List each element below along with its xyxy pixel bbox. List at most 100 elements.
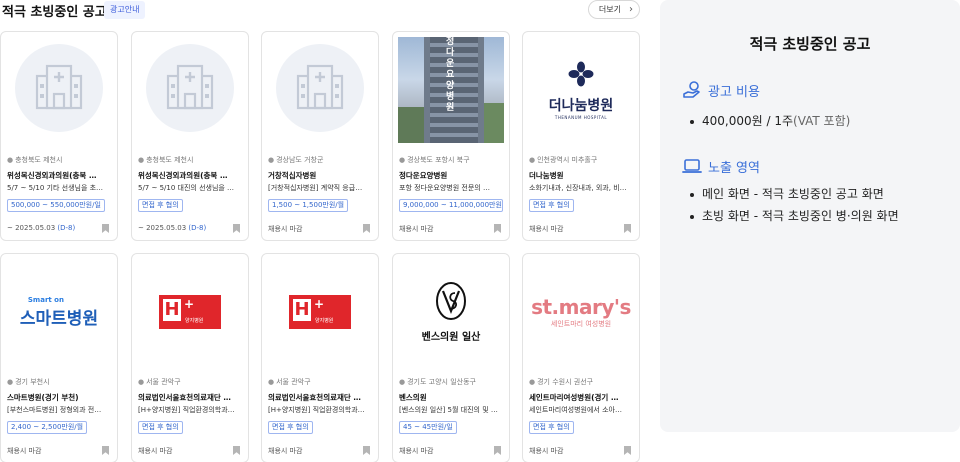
- card-deadline: 채용시 마감: [529, 224, 563, 234]
- location-pin-icon: ●: [268, 378, 275, 386]
- location-pin-icon: ●: [7, 156, 14, 164]
- h-plus-logo: H + 양지병원: [159, 295, 221, 329]
- bookmark-icon[interactable]: [363, 446, 370, 455]
- card-location-text: 경기도 고양시 일산동구: [407, 378, 476, 386]
- ad-info-panel: 적극 초빙중인 공고 광고 비용 400,000원 / 1주(VAT 포함) 노…: [660, 0, 960, 432]
- h-plus-logo-sub: 양지병원: [315, 318, 334, 324]
- vs-monogram-icon: [434, 282, 468, 325]
- cost-item: 400,000원 / 1주(VAT 포함): [690, 111, 850, 133]
- card-deadline: 채용시 마감: [268, 224, 302, 234]
- card-deadline: 채용시 마감: [138, 446, 172, 456]
- smarton-logo: Smart on 스마트병원: [20, 296, 98, 329]
- card-location-text: 경상북도 포항시 북구: [407, 156, 470, 164]
- card-pay-badge: 2,400 ~ 2,500만원/월: [7, 421, 88, 434]
- recruit-card[interactable]: ● 충청북도 제천시 위성목신경외과의원(충북 … 5/7 ~ 5/10 기타 선…: [0, 31, 118, 241]
- card-location: ● 경기 수원시 권선구: [529, 377, 635, 387]
- card-location: ● 경기 부천시: [7, 377, 113, 387]
- bookmark-icon[interactable]: [624, 446, 631, 455]
- section-header: 적극 초빙중인 공고 광고안내 더보기 ›: [0, 0, 640, 22]
- card-location: ● 충청북도 제천시: [7, 155, 113, 165]
- card-pay-badge: 면접 후 협의: [529, 421, 574, 434]
- card-pay-badge: 면접 후 협의: [138, 199, 183, 212]
- card-description: 5/7 ~ 5/10 대진의 선생님을 …: [138, 184, 235, 192]
- card-location: ● 경기도 고양시 일산동구: [399, 377, 505, 387]
- card-thumbnail: [267, 37, 373, 143]
- card-location-text: 경기 수원시 권선구: [537, 378, 594, 386]
- building-sign-text: 정다운요양병원: [446, 37, 455, 113]
- hospital-placeholder-icon: [274, 42, 366, 138]
- bookmark-icon[interactable]: [363, 224, 370, 233]
- bookmark-icon[interactable]: [624, 224, 631, 233]
- card-thumbnail: 벤스의원 일산: [398, 259, 504, 365]
- recruit-card[interactable]: ● 경상남도 거창군 거창적십자병원 [거창적십자병원] 계약직 응급… 1,50…: [261, 31, 379, 241]
- recruit-card[interactable]: H + 양지병원 ● 서울 관악구 의료법인서울효천의료재단 … [H+양지병원]…: [261, 253, 379, 462]
- card-deadline-text: 채용시 마감: [268, 447, 303, 455]
- recruit-card[interactable]: 더나눔병원 THENANUM HOSPITAL ● 인천광역시 미추홀구 더나눔병…: [522, 31, 640, 241]
- bookmark-icon[interactable]: [102, 446, 109, 455]
- card-thumbnail: H + 양지병원: [137, 259, 243, 365]
- smarton-logo-text: 스마트병원: [19, 308, 99, 329]
- recruit-card[interactable]: ● 충청북도 제천시 위성목신경외과의원(충북 … 5/7 ~ 5/10 대진의 …: [131, 31, 249, 241]
- h-plus-logo: H + 양지병원: [289, 295, 351, 329]
- recruit-card[interactable]: 정다운요양병원 ● 경상북도 포항시 북구 정다운요양병원 포항 정다운요양병원 …: [392, 31, 510, 241]
- card-pay-badge: 500,000 ~ 550,000만원/일: [7, 199, 105, 212]
- area-item: 메인 화면 - 적극 초빙중인 공고 화면: [690, 184, 899, 206]
- location-pin-icon: ●: [268, 156, 275, 164]
- recruit-card[interactable]: Smart on 스마트병원 ● 경기 부천시 스마트병원(경기 부천) [부천스…: [0, 253, 118, 462]
- recruit-card[interactable]: 벤스의원 일산 ● 경기도 고양시 일산동구 벤스의원 [벤스의원 일산] 5월 …: [392, 253, 510, 462]
- smarton-logo-sub: Smart on: [27, 295, 64, 304]
- location-pin-icon: ●: [529, 378, 536, 386]
- h-plus-logo-mark: H: [164, 299, 180, 320]
- card-location: ● 서울 관악구: [138, 377, 244, 387]
- bookmark-icon[interactable]: [494, 446, 501, 455]
- chevron-right-icon: ›: [629, 4, 633, 15]
- location-pin-icon: ●: [399, 378, 406, 386]
- card-description: 소화기내과, 신장내과, 외과, 비…: [529, 184, 627, 192]
- card-thumbnail: Smart on 스마트병원: [6, 259, 112, 365]
- bookmark-icon[interactable]: [233, 224, 240, 233]
- card-thumbnail: st.mary's 세인트마리 여성병원: [528, 259, 634, 365]
- location-pin-icon: ●: [399, 156, 406, 164]
- bookmark-icon[interactable]: [102, 224, 109, 233]
- card-description: [H+양지병원] 직업환경의학과…: [138, 406, 235, 414]
- card-dday: (D-8): [57, 224, 76, 232]
- card-deadline: ~ 2025.05.03 (D-8): [7, 224, 75, 232]
- area-heading-label: 노출 영역: [708, 160, 760, 176]
- area-item: 초빙 화면 - 적극 초빙중인 병·의원 화면: [690, 206, 899, 228]
- stmarys-logo-text: st.mary's: [531, 295, 631, 319]
- card-deadline: 채용시 마감: [268, 446, 302, 456]
- cost-item-note: (VAT 포함): [793, 114, 851, 128]
- card-location: ● 경상남도 거창군: [268, 155, 374, 165]
- card-deadline-text: 채용시 마감: [138, 447, 173, 455]
- vence-logo-text: 벤스의원 일산: [421, 332, 481, 343]
- card-location-text: 경기 부천시: [15, 378, 50, 386]
- card-description: 세인트마리여성병원에서 소아…: [529, 406, 622, 414]
- thenanum-logo-sub: THENANUM HOSPITAL: [554, 114, 608, 120]
- card-thumbnail: [6, 37, 112, 143]
- more-button[interactable]: 더보기 ›: [587, 0, 640, 19]
- hospital-placeholder-icon: [144, 42, 236, 138]
- card-hospital-name: 의료법인서울효천의료재단 …: [138, 393, 231, 402]
- card-deadline: 채용시 마감: [529, 446, 563, 456]
- card-description: 5/7 ~ 5/10 기타 선생님을 초…: [7, 184, 104, 192]
- bookmark-icon[interactable]: [494, 224, 501, 233]
- card-pay-badge: 9,000,000 ~ 11,000,000만원/월: [399, 199, 503, 212]
- card-description: [벤스의원 일산] 5월 대진의 및 …: [399, 406, 498, 414]
- card-hospital-name: 더나눔병원: [529, 171, 564, 180]
- recruit-card[interactable]: st.mary's 세인트마리 여성병원 ● 경기 수원시 권선구 세인트마리여성…: [522, 253, 640, 462]
- card-location: ● 인천광역시 미추홀구: [529, 155, 635, 165]
- bookmark-icon[interactable]: [233, 446, 240, 455]
- stmarys-logo-sub: 세인트마리 여성병원: [550, 320, 612, 328]
- page: 적극 초빙중인 공고 광고안내 더보기 › ● 충청북도 제천시 위성목신경외과의…: [0, 0, 960, 462]
- card-pay-badge: 1,500 ~ 1,500만원/월: [268, 199, 349, 212]
- cross-flower-icon: [568, 61, 594, 91]
- vence-logo: 벤스의원 일산: [421, 281, 481, 343]
- ad-info-badge[interactable]: 광고안내: [104, 1, 146, 19]
- card-pay-badge: 45 ~ 45만원/일: [399, 421, 457, 434]
- cost-heading: 광고 비용: [682, 80, 760, 100]
- card-deadline: 채용시 마감: [7, 446, 41, 456]
- card-location-text: 경상남도 거창군: [276, 156, 324, 164]
- recruit-card[interactable]: H + 양지병원 ● 서울 관악구 의료법인서울효천의료재단 … [H+양지병원]…: [131, 253, 249, 462]
- card-deadline-text: 채용시 마감: [399, 225, 434, 233]
- card-hospital-name: 정다운요양병원: [399, 171, 448, 180]
